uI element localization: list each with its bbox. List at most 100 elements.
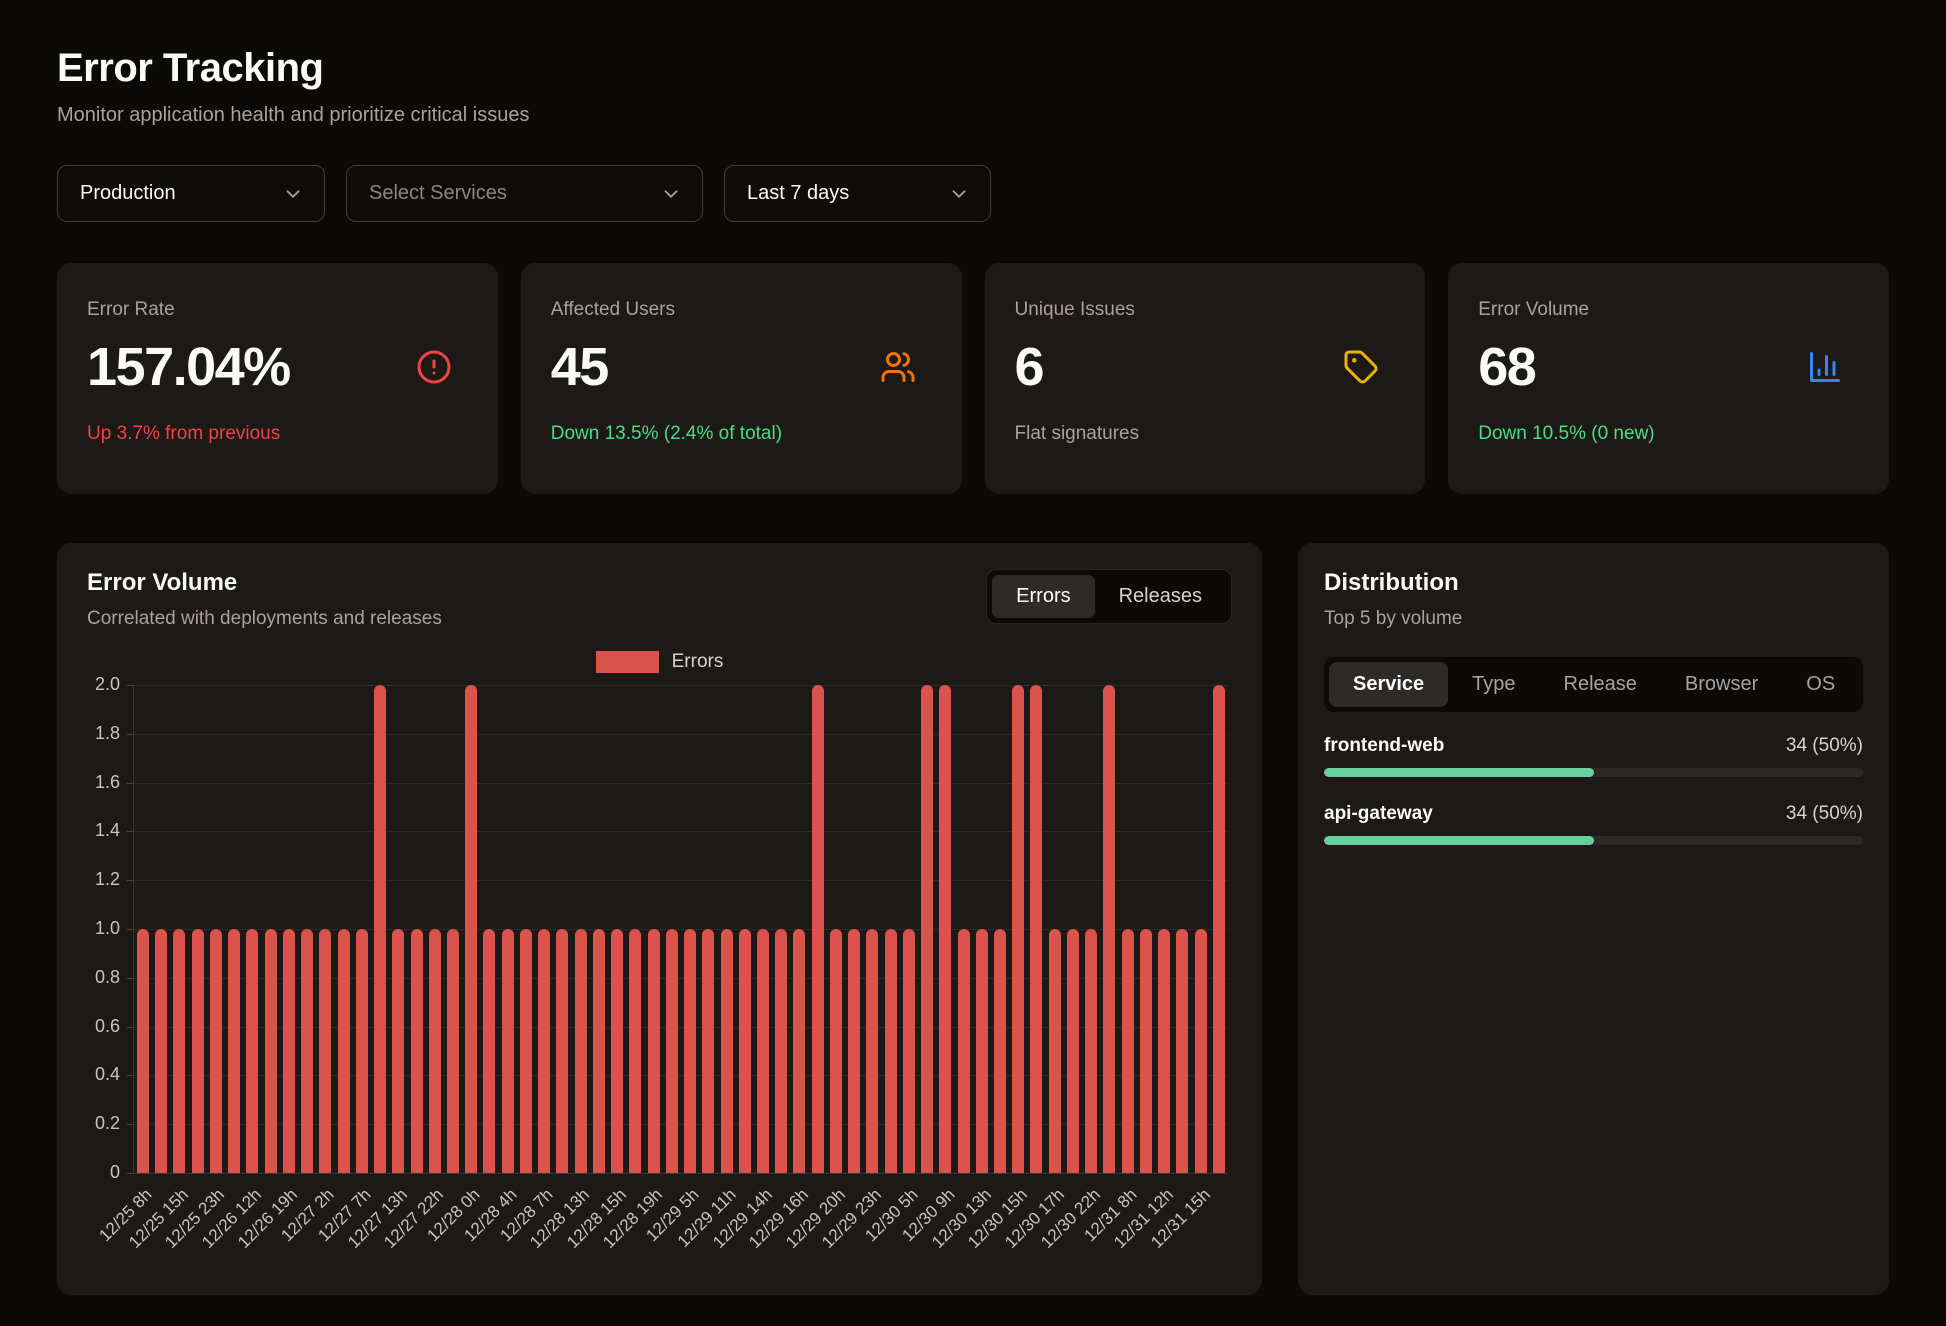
error-bar (1213, 685, 1225, 1173)
stat-subtext: Flat signatures (1015, 423, 1396, 445)
error-bar (866, 929, 878, 1173)
error-bar (666, 929, 678, 1173)
error-bar (793, 929, 805, 1173)
panel-subtitle: Top 5 by volume (1324, 608, 1863, 630)
environment-dropdown[interactable]: Production (57, 165, 325, 222)
y-axis-tick (127, 880, 134, 881)
alert-circle-icon (416, 349, 452, 385)
progress-track (1324, 836, 1863, 845)
progress-fill (1324, 836, 1594, 845)
error-bar (885, 929, 897, 1173)
y-axis-tick (127, 734, 134, 735)
toggle-releases-button[interactable]: Releases (1095, 575, 1226, 618)
error-bar (155, 929, 167, 1173)
y-axis-tick (127, 783, 134, 784)
error-bar (684, 929, 696, 1173)
error-bar (246, 929, 258, 1173)
error-volume-chart: 00.20.40.60.81.01.21.41.61.82.0 12/25 8h… (133, 685, 1228, 1293)
y-axis-tick (127, 1075, 134, 1076)
error-bar (1103, 685, 1115, 1173)
plot-area: 00.20.40.60.81.01.21.41.61.82.0 (133, 685, 1228, 1173)
stat-card-error-volume: Error Volume 68 Down 10.5% (0 new) (1448, 263, 1889, 494)
tab-type[interactable]: Type (1448, 662, 1539, 707)
stat-label: Error Rate (87, 299, 468, 321)
y-axis-tick-label: 1.4 (95, 820, 120, 841)
y-axis-tick (127, 831, 134, 832)
tab-service[interactable]: Service (1329, 662, 1448, 707)
error-bar (465, 685, 477, 1173)
stat-label: Unique Issues (1015, 299, 1396, 321)
error-bar (538, 929, 550, 1173)
error-bar (939, 685, 951, 1173)
error-bar (173, 929, 185, 1173)
panel-title: Error Volume (87, 569, 442, 597)
y-axis-tick-label: 0.8 (95, 967, 120, 988)
error-bar (137, 929, 149, 1173)
stat-subtext: Up 3.7% from previous (87, 423, 468, 445)
error-bar (1140, 929, 1152, 1173)
stat-value: 6 (1015, 336, 1044, 398)
error-bar (319, 929, 331, 1173)
error-bar (556, 929, 568, 1173)
environment-dropdown-value: Production (80, 182, 176, 205)
users-icon (880, 349, 916, 385)
page-subtitle: Monitor application health and prioritiz… (57, 104, 1889, 127)
y-axis-tick-label: 0.4 (95, 1064, 120, 1085)
y-axis-tick-label: 0.6 (95, 1016, 120, 1037)
y-axis-tick (127, 1027, 134, 1028)
service-count: 34 (50%) (1786, 803, 1863, 825)
error-bar (356, 929, 368, 1173)
error-bar (848, 929, 860, 1173)
error-bar (301, 929, 313, 1173)
y-axis-tick (127, 929, 134, 930)
distribution-row-frontend-web: frontend-web 34 (50%) (1324, 735, 1863, 777)
error-bar (903, 929, 915, 1173)
error-bar (520, 929, 532, 1173)
error-volume-panel-heading: Error Volume Correlated with deployments… (87, 569, 442, 630)
error-bar (976, 929, 988, 1173)
y-axis-tick (127, 685, 134, 686)
error-bar (702, 929, 714, 1173)
legend-label: Errors (672, 651, 724, 673)
chevron-down-icon (948, 183, 970, 205)
y-axis-tick (127, 978, 134, 979)
error-bar (611, 929, 623, 1173)
legend-swatch (596, 651, 659, 673)
bars-group (137, 685, 1225, 1173)
stat-label: Error Volume (1478, 299, 1859, 321)
error-bar (830, 929, 842, 1173)
progress-fill (1324, 768, 1594, 777)
error-bar (648, 929, 660, 1173)
error-bar (1176, 929, 1188, 1173)
y-axis-tick-label: 1.0 (95, 918, 120, 939)
error-bar (629, 929, 641, 1173)
toggle-errors-button[interactable]: Errors (992, 575, 1094, 618)
distribution-panel: Distribution Top 5 by volume Service Typ… (1298, 543, 1889, 1295)
error-bar (812, 685, 824, 1173)
error-bar (1122, 929, 1134, 1173)
error-bar (575, 929, 587, 1173)
error-bar (338, 929, 350, 1173)
error-bar (228, 929, 240, 1173)
tab-release[interactable]: Release (1540, 662, 1661, 707)
y-axis-tick-label: 0 (110, 1162, 120, 1183)
stat-card-affected-users: Affected Users 45 Down 13.5% (2.4% of to… (521, 263, 962, 494)
error-bar (593, 929, 605, 1173)
error-bar (392, 929, 404, 1173)
time-range-dropdown-value: Last 7 days (747, 182, 849, 205)
services-dropdown[interactable]: Select Services (346, 165, 703, 222)
error-bar (775, 929, 787, 1173)
stat-card-error-rate: Error Rate 157.04% Up 3.7% from previous (57, 263, 498, 494)
y-axis-tick-label: 2.0 (95, 674, 120, 695)
time-range-dropdown[interactable]: Last 7 days (724, 165, 991, 222)
tab-os[interactable]: OS (1782, 662, 1859, 707)
y-axis-tick-label: 1.2 (95, 869, 120, 890)
error-bar (283, 929, 295, 1173)
y-axis-tick-label: 1.6 (95, 772, 120, 793)
distribution-tabs: Service Type Release Browser OS (1324, 657, 1863, 712)
chart-mode-toggle: Errors Releases (986, 569, 1232, 624)
error-volume-panel: Error Volume Correlated with deployments… (57, 543, 1262, 1295)
stat-subtext: Down 10.5% (0 new) (1478, 423, 1859, 445)
tab-browser[interactable]: Browser (1661, 662, 1782, 707)
error-bar (411, 929, 423, 1173)
